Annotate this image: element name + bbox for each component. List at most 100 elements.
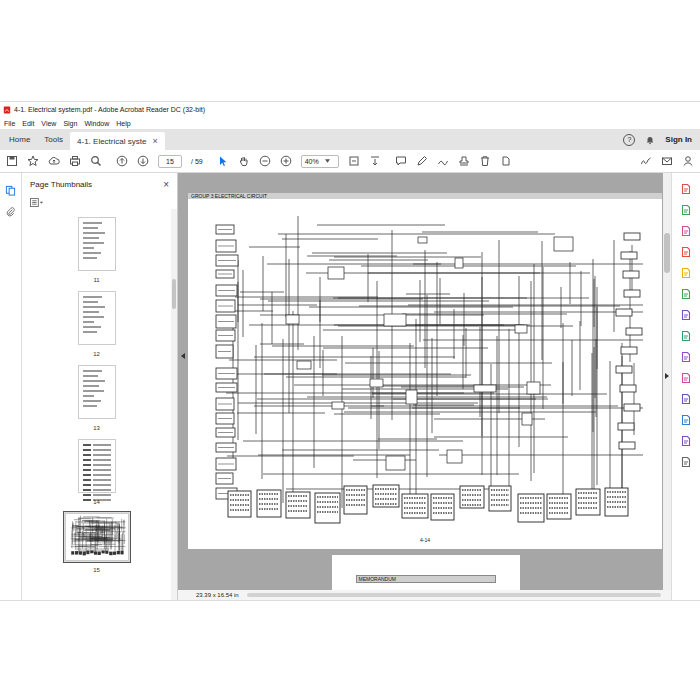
tool-shortcut-icon[interactable] bbox=[680, 204, 692, 216]
component bbox=[297, 361, 311, 369]
panel-close-button[interactable]: × bbox=[163, 179, 169, 190]
page-number-field[interactable]: 15 bbox=[158, 155, 182, 168]
highlight-pen-icon[interactable] bbox=[416, 155, 428, 167]
find-icon[interactable] bbox=[90, 155, 102, 167]
sign-icon[interactable] bbox=[640, 155, 652, 167]
thumbnail-item[interactable]: 12 bbox=[76, 289, 118, 357]
tool-shortcut-icon[interactable] bbox=[680, 183, 692, 195]
component bbox=[332, 402, 344, 409]
bell-icon[interactable] bbox=[645, 135, 655, 145]
collapse-left-icon[interactable] bbox=[181, 353, 185, 359]
connector bbox=[216, 413, 234, 424]
menu-item[interactable]: Window bbox=[84, 120, 109, 127]
stamp-icon[interactable] bbox=[458, 155, 470, 167]
wire bbox=[294, 385, 551, 386]
wire bbox=[309, 307, 513, 308]
tab[interactable]: Home bbox=[2, 129, 37, 150]
vertical-scrollbar[interactable] bbox=[663, 173, 671, 590]
save-icon[interactable] bbox=[6, 155, 18, 167]
upload-icon[interactable] bbox=[48, 155, 60, 167]
tab[interactable]: 4-1. Electrical syste × bbox=[70, 132, 165, 150]
zoom-in-icon[interactable] bbox=[280, 155, 292, 167]
connector bbox=[216, 225, 234, 234]
tool-shortcut-icon[interactable] bbox=[680, 372, 692, 384]
sign-in-button[interactable]: Sign In bbox=[665, 135, 692, 144]
comment-icon[interactable] bbox=[395, 155, 407, 167]
help-button[interactable]: ? bbox=[623, 134, 635, 146]
thumbnail-label: 15 bbox=[93, 567, 100, 573]
collapse-right-icon[interactable] bbox=[665, 373, 669, 379]
wire bbox=[237, 413, 325, 414]
tool-shortcut-icon[interactable] bbox=[680, 225, 692, 237]
tool-shortcut-icon[interactable] bbox=[680, 330, 692, 342]
thumbnail-item[interactable]: 14 bbox=[76, 437, 118, 505]
tool-shortcut-icon[interactable] bbox=[680, 351, 692, 363]
next-page-icon[interactable] bbox=[137, 155, 149, 167]
connector-block bbox=[228, 491, 251, 517]
edit-icon[interactable] bbox=[500, 155, 512, 167]
connector bbox=[216, 428, 235, 437]
page-thumbnails-icon[interactable] bbox=[5, 185, 16, 196]
zoom-out-icon[interactable] bbox=[259, 155, 271, 167]
connector bbox=[624, 404, 640, 411]
tool-shortcut-icon[interactable] bbox=[680, 393, 692, 405]
panel-scrollbar[interactable] bbox=[171, 209, 177, 600]
tool-shortcut-icon[interactable] bbox=[680, 456, 692, 468]
wire bbox=[454, 309, 455, 359]
connector bbox=[624, 233, 640, 240]
hand-icon[interactable] bbox=[238, 155, 250, 167]
connector bbox=[626, 328, 642, 335]
tab[interactable]: Tools bbox=[37, 129, 70, 150]
tool-shortcut-icon[interactable] bbox=[680, 246, 692, 258]
tool-shortcut-icon[interactable] bbox=[680, 267, 692, 279]
menu-item[interactable]: View bbox=[41, 120, 56, 127]
previous-page-icon[interactable] bbox=[116, 155, 128, 167]
connector-block bbox=[460, 486, 484, 508]
status-bar: 23.39 x 16.54 in bbox=[178, 590, 671, 600]
tool-shortcut-icon[interactable] bbox=[680, 414, 692, 426]
scroll-mode-icon[interactable] bbox=[369, 155, 381, 167]
thumbnail-frame bbox=[76, 437, 118, 495]
wire bbox=[283, 339, 284, 503]
menu-item[interactable]: Edit bbox=[22, 120, 34, 127]
wire bbox=[596, 339, 597, 417]
tool-shortcut-icon[interactable] bbox=[680, 288, 692, 300]
thumbnail-item[interactable]: 15 bbox=[63, 511, 131, 573]
thumbnail-item[interactable]: 13 bbox=[76, 363, 118, 431]
thumbnail-item[interactable]: 11 bbox=[76, 215, 118, 283]
wire bbox=[329, 260, 428, 261]
acrobat-window: 4-1. Electrical system.pdf - Adobe Acrob… bbox=[0, 101, 700, 601]
wire bbox=[238, 305, 317, 306]
delete-icon[interactable] bbox=[479, 155, 491, 167]
tool-shortcut-icon[interactable] bbox=[680, 435, 692, 447]
menu-item[interactable]: Sign bbox=[63, 120, 77, 127]
options-menu-icon[interactable] bbox=[30, 198, 44, 207]
wire bbox=[289, 259, 290, 413]
wire bbox=[416, 319, 417, 508]
account-icon[interactable] bbox=[682, 155, 694, 167]
wire bbox=[361, 266, 576, 267]
star-icon[interactable] bbox=[27, 155, 39, 167]
print-icon[interactable] bbox=[69, 155, 81, 167]
wire bbox=[342, 336, 343, 508]
menu-item[interactable]: Help bbox=[116, 120, 130, 127]
wire bbox=[263, 256, 264, 311]
wire bbox=[371, 406, 618, 407]
tab-close-button[interactable]: × bbox=[152, 136, 157, 146]
attachment-icon[interactable] bbox=[5, 206, 16, 217]
menu-item[interactable]: File bbox=[4, 120, 15, 127]
draw-icon[interactable] bbox=[437, 155, 449, 167]
wire bbox=[238, 403, 478, 404]
connector bbox=[216, 240, 236, 252]
wire bbox=[519, 276, 520, 447]
connector bbox=[619, 442, 635, 449]
zoom-field[interactable]: 40% bbox=[301, 155, 339, 168]
wire bbox=[482, 252, 483, 436]
select-cursor-icon[interactable] bbox=[217, 155, 229, 167]
horizontal-scrollbar[interactable] bbox=[247, 593, 661, 597]
wire bbox=[420, 280, 421, 342]
mail-icon[interactable] bbox=[661, 155, 673, 167]
thumbnail-page bbox=[79, 292, 115, 344]
fit-page-icon[interactable] bbox=[348, 155, 360, 167]
tool-shortcut-icon[interactable] bbox=[680, 309, 692, 321]
